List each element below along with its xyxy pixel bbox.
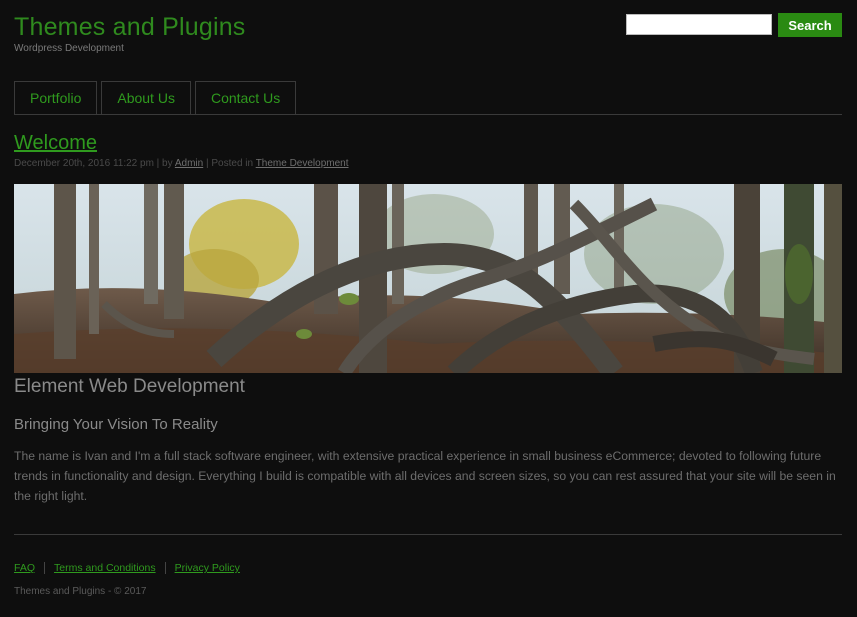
section-heading: Element Web Development [14, 376, 245, 397]
footer-link-faq[interactable]: FAQ [14, 562, 35, 574]
post-meta: December 20th, 2016 11:22 pm | by Admin … [14, 158, 349, 169]
footer-link-privacy[interactable]: Privacy Policy [175, 562, 240, 574]
main-nav: Portfolio About Us Contact Us [14, 81, 300, 114]
footer-link-terms[interactable]: Terms and Conditions [54, 562, 156, 574]
nav-divider [14, 114, 842, 115]
nav-tab-portfolio[interactable]: Portfolio [14, 81, 98, 114]
banner-image [14, 184, 842, 373]
site-tagline: Wordpress Development [14, 43, 124, 54]
footer-separator [164, 562, 166, 574]
post-posted-in: | Posted in [206, 158, 254, 169]
post-body-text: The name is Ivan and I'm a full stack so… [14, 449, 836, 503]
footer-links: FAQ Terms and Conditions Privacy Policy [14, 562, 240, 574]
search-input[interactable] [626, 14, 772, 35]
search-button[interactable]: Search [778, 13, 842, 37]
copyright-text: Themes and Plugins - © 2017 [14, 586, 147, 597]
footer-divider [14, 534, 842, 535]
section-subheading: Bringing Your Vision To Reality [14, 416, 218, 433]
site-title[interactable]: Themes and Plugins [14, 13, 246, 42]
nav-tab-about-us[interactable]: About Us [101, 81, 191, 114]
post-author-link[interactable]: Admin [175, 158, 203, 169]
footer-separator [44, 562, 46, 574]
nav-tab-contact-us[interactable]: Contact Us [194, 81, 297, 114]
post-title-link[interactable]: Welcome [14, 132, 97, 155]
post-category-link[interactable]: Theme Development [256, 158, 349, 169]
post-date: December 20th, 2016 11:22 pm | by [14, 158, 173, 169]
